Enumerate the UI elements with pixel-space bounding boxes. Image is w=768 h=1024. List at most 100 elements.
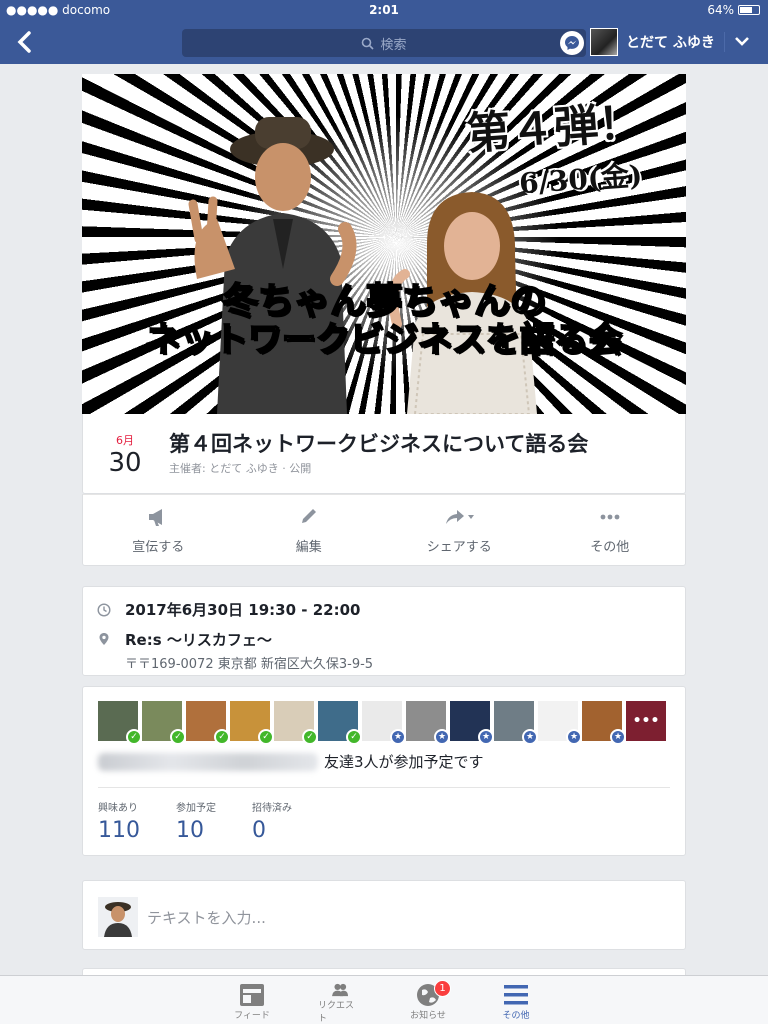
going-check-icon: ✓ <box>346 729 362 745</box>
blurred-friend-names <box>98 752 318 771</box>
promote-button[interactable]: 宣伝する <box>83 495 234 565</box>
event-day: 30 <box>108 448 142 478</box>
guest-avatar[interactable]: ✓ <box>186 701 230 745</box>
promote-label: 宣伝する <box>132 539 185 555</box>
battery-icon <box>738 5 760 15</box>
guest-avatar[interactable]: ★ <box>494 701 538 745</box>
share-button[interactable]: シェアする <box>384 495 535 565</box>
host-photo-male <box>188 117 357 414</box>
chevron-down-icon <box>735 37 749 46</box>
invited-star-icon: ★ <box>434 729 450 745</box>
divider <box>98 787 670 788</box>
venue-name: Re:s 〜リスカフェ〜 <box>125 631 272 649</box>
more-button[interactable]: その他 <box>535 495 686 565</box>
guest-avatar[interactable]: ★ <box>362 701 406 745</box>
event-date-block: 6月 30 <box>105 432 145 478</box>
menu-icon <box>504 985 528 1005</box>
messenger-button[interactable] <box>560 31 584 55</box>
tab-label: その他 <box>502 1011 530 1021</box>
tab-feed[interactable]: フィード <box>230 976 274 1024</box>
edit-label: 編集 <box>295 539 322 555</box>
clock-icon <box>97 602 111 617</box>
going-check-icon: ✓ <box>126 729 142 745</box>
more-label: その他 <box>590 539 630 555</box>
guest-avatar-row[interactable]: ✓ ✓ ✓ ✓ ✓ ✓ ★ ★ ★ ★ ★ ★ ••• <box>98 701 666 745</box>
tab-label: フィード <box>234 1011 270 1021</box>
feed-icon <box>240 984 264 1006</box>
search-icon <box>362 37 375 50</box>
invited-star-icon: ★ <box>610 729 626 745</box>
stat-label: 参加予定 <box>176 803 216 814</box>
stat-label: 興味あり <box>98 803 138 814</box>
friends-going-line[interactable]: 友達3人が参加予定です <box>98 751 484 772</box>
invited-star-icon: ★ <box>478 729 494 745</box>
event-title: 第４回ネットワークビジネスについて語る会 <box>169 432 589 456</box>
venue-address: 〒〒169-0072 東京都 新宿区大久保3-9-5 <box>125 657 374 672</box>
tab-more[interactable]: その他 <box>494 976 538 1024</box>
event-location-row[interactable]: Re:s 〜リスカフェ〜 〒〒169-0072 東京都 新宿区大久保3-9-5 <box>97 629 373 672</box>
stat-value: 0 <box>252 818 266 843</box>
clock: 2:01 <box>369 3 399 17</box>
cover-badge-text: 第４弾！ <box>464 96 644 161</box>
invited-star-icon: ★ <box>522 729 538 745</box>
battery-percent: 64% <box>707 3 734 17</box>
profile-shortcut[interactable]: とだて ふゆき <box>590 28 715 56</box>
stat-value: 10 <box>176 818 204 843</box>
guest-avatar[interactable]: ✓ <box>318 701 362 745</box>
menu-dropdown-button[interactable] <box>724 32 754 52</box>
search-placeholder: 検索 <box>380 37 407 53</box>
friends-going-text: 友達3人が参加予定です <box>324 753 484 771</box>
invited-star-icon: ★ <box>566 729 582 745</box>
invited-star-icon: ★ <box>390 729 406 745</box>
bottom-tab-bar: フィード リクエスト お知らせ 1 その他 <box>0 975 768 1024</box>
more-icon <box>600 514 620 519</box>
messenger-icon <box>565 36 579 50</box>
edit-button[interactable]: 編集 <box>234 495 385 565</box>
guest-avatar[interactable]: ★ <box>450 701 494 745</box>
avatar <box>590 28 618 56</box>
cover-title-line2: ネットワークビジネスを語る会 <box>145 319 623 361</box>
tab-requests[interactable]: リクエスト <box>318 976 362 1024</box>
guest-avatar[interactable]: ✓ <box>98 701 142 745</box>
event-time-text: 2017年6月30日 19:30 - 22:00 <box>125 601 361 619</box>
friends-icon <box>332 983 348 997</box>
guest-summary-card: ✓ ✓ ✓ ✓ ✓ ✓ ★ ★ ★ ★ ★ ★ ••• 友達3人が参加予定です 興味あり 110 参加予… <box>82 686 686 856</box>
event-cover-photo[interactable]: 第４弾！ 6/30(金) 冬ちゃん夢ちゃんの ネットワークビジネスを語る会 <box>82 74 686 414</box>
tab-label: お知らせ <box>410 1011 446 1021</box>
going-check-icon: ✓ <box>258 729 274 745</box>
back-button[interactable] <box>14 28 36 56</box>
search-input[interactable]: 検索 <box>182 29 586 57</box>
share-label: シェアする <box>426 539 492 555</box>
event-host-line[interactable]: 主催者: とだて ふゆき · 公開 <box>169 460 311 476</box>
going-check-icon: ✓ <box>214 729 230 745</box>
guest-avatar[interactable]: ✓ <box>274 701 318 745</box>
event-time-row[interactable]: 2017年6月30日 19:30 - 22:00 <box>97 599 360 620</box>
chevron-left-icon <box>17 31 31 53</box>
location-pin-icon <box>99 633 109 645</box>
stat-going[interactable]: 参加予定 10 <box>176 799 216 843</box>
guest-avatar[interactable]: ★ <box>406 701 450 745</box>
guest-avatar[interactable]: ★ <box>538 701 582 745</box>
going-check-icon: ✓ <box>302 729 318 745</box>
tab-label: リクエスト <box>318 1001 355 1024</box>
megaphone-icon <box>149 508 163 526</box>
guest-avatar[interactable]: ★ <box>582 701 626 745</box>
stat-interested[interactable]: 興味あり 110 <box>98 799 140 843</box>
battery-indicator: 64% <box>707 3 760 17</box>
pencil-icon <box>301 508 316 523</box>
event-action-bar: 宣伝する 編集 シェアする その他 <box>82 494 686 566</box>
guest-avatar[interactable]: ✓ <box>142 701 186 745</box>
more-guests-indicator: ••• <box>626 701 666 741</box>
avatar <box>98 897 138 937</box>
tab-notifications[interactable]: お知らせ 1 <box>406 976 451 1024</box>
going-check-icon: ✓ <box>170 729 186 745</box>
share-icon <box>446 509 475 524</box>
composer-placeholder: テキストを入力... <box>147 909 266 927</box>
guest-avatar[interactable]: ✓ <box>230 701 274 745</box>
stat-invited[interactable]: 招待済み 0 <box>252 799 292 843</box>
post-composer[interactable]: テキストを入力... <box>82 880 686 950</box>
guest-avatar[interactable]: ••• <box>626 701 666 741</box>
stat-value: 110 <box>98 818 140 843</box>
stat-label: 招待済み <box>252 803 292 814</box>
status-bar: ●●●●● docomo 2:01 64% <box>0 0 768 20</box>
